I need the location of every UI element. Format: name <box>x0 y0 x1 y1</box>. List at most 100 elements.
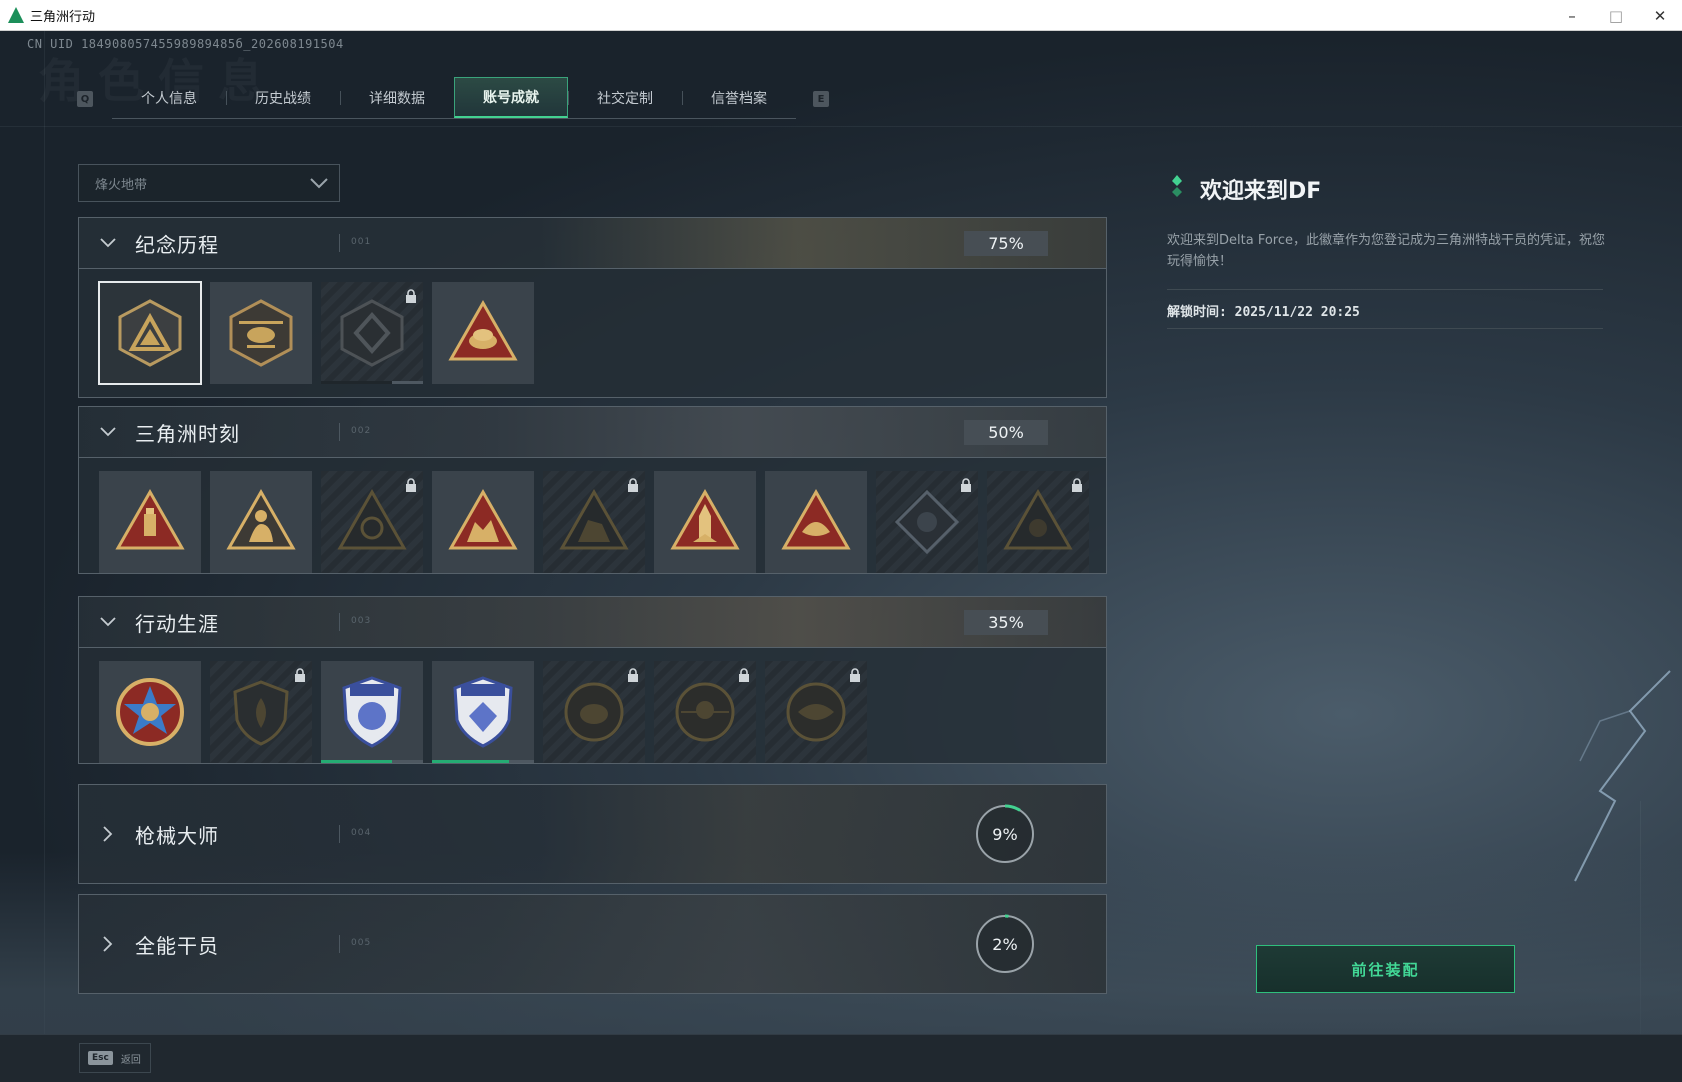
unlock-time: 解锁时间: 2025/11/22 20:25 <box>1167 305 1360 320</box>
divider <box>1167 328 1603 329</box>
mode-select[interactable]: 烽火地带 <box>78 164 340 202</box>
back-button[interactable]: Esc 返回 <box>79 1043 151 1073</box>
tab-profile[interactable]: 个人信息 <box>112 77 226 118</box>
badge-cavalry-triangle[interactable] <box>543 471 645 573</box>
blue-diamond-shield-badge-icon <box>453 676 513 748</box>
section-progress: 35% <box>964 610 1048 635</box>
lightning-icon <box>1574 670 1671 882</box>
maximize-icon[interactable]: □ <box>1594 0 1638 31</box>
back-label: 返回 <box>120 1054 141 1066</box>
delta-triangle-badge-icon <box>118 299 182 367</box>
badge-roses-triangle[interactable] <box>321 471 423 573</box>
lock-icon <box>627 477 639 496</box>
badge-list <box>79 458 1106 573</box>
badge-squad-triangle[interactable] <box>432 471 534 573</box>
shell-circle-badge-icon <box>564 682 624 742</box>
badge-rocket-triangle[interactable] <box>654 471 756 573</box>
mask-triangle-badge-icon <box>1003 488 1073 550</box>
soldier-triangle-badge-icon <box>226 488 296 550</box>
badge-mask-triangle[interactable] <box>987 471 1089 573</box>
section-code: 005 <box>351 938 372 948</box>
rocket-triangle-badge-icon <box>670 488 740 550</box>
section-code: 004 <box>351 828 372 838</box>
section-header[interactable]: 三角洲时刻 002 50% <box>79 407 1106 458</box>
badge-eye-circle[interactable] <box>765 661 867 763</box>
section-header[interactable]: 行动生涯 003 35% <box>79 597 1106 648</box>
badge-helicopter[interactable] <box>210 282 312 384</box>
lock-icon <box>627 667 639 686</box>
section-title: 行动生涯 <box>135 611 219 636</box>
badge-blue-shield[interactable] <box>321 661 423 763</box>
badge-list <box>79 269 1106 385</box>
detail-title-text: 欢迎来到DF <box>1200 179 1322 204</box>
divider <box>1167 289 1603 290</box>
eye-circle-badge-icon <box>786 682 846 742</box>
tab-reputation[interactable]: 信誉档案 <box>682 77 796 118</box>
mode-select-value: 烽火地带 <box>95 177 148 193</box>
section-code: 001 <box>351 237 372 247</box>
rose-diamond-badge-icon <box>894 489 960 555</box>
window-titlebar: 三角洲行动 – □ ✕ <box>0 0 1682 31</box>
app-logo-icon <box>8 7 24 23</box>
bottom-bar <box>0 1034 1682 1082</box>
badge-star-medal[interactable] <box>99 661 201 763</box>
badge-usb-triangle[interactable] <box>99 471 201 573</box>
section-memorial: 纪念历程 001 75% <box>78 217 1107 398</box>
section-progress: 50% <box>964 420 1048 445</box>
badge-blue-diamond-shield[interactable] <box>432 661 534 763</box>
badge-coins-triangle[interactable] <box>432 282 534 384</box>
badge-skull-circle[interactable] <box>654 661 756 763</box>
lock-icon <box>294 667 306 686</box>
detail-title: 欢迎来到DF <box>1172 173 1322 205</box>
section-all-round-operator: 全能干员 005 2% <box>78 894 1107 994</box>
lock-icon <box>1071 477 1083 496</box>
tab-history[interactable]: 历史战绩 <box>226 77 340 118</box>
section-progress: 9% <box>992 824 1018 844</box>
badge-shell-circle[interactable] <box>543 661 645 763</box>
section-delta-moments: 三角洲时刻 002 50% <box>78 406 1107 574</box>
section-title: 纪念历程 <box>135 232 219 257</box>
section-title: 枪械大师 <box>135 823 219 848</box>
section-code: 002 <box>351 426 372 436</box>
section-header[interactable]: 枪械大师 004 9% <box>79 785 1106 883</box>
chevron-down-icon <box>97 232 119 254</box>
section-progress: 75% <box>964 231 1048 256</box>
tab-social[interactable]: 社交定制 <box>568 77 682 118</box>
chevron-down-icon <box>310 178 328 189</box>
section-header[interactable]: 全能干员 005 2% <box>79 895 1106 993</box>
section-progress: 2% <box>992 934 1018 954</box>
chevron-right-icon <box>97 933 119 955</box>
go-equip-button[interactable]: 前往装配 <box>1256 945 1515 993</box>
lock-icon <box>405 477 417 496</box>
lock-icon <box>405 288 417 307</box>
badge-progress-bar <box>321 381 423 384</box>
tab-next-key-icon[interactable]: E <box>813 91 829 107</box>
chevron-down-icon <box>97 611 119 633</box>
lock-icon <box>738 667 750 686</box>
window-title: 三角洲行动 <box>30 9 96 25</box>
tab-prev-key-icon[interactable]: Q <box>77 91 93 107</box>
chevron-right-icon <box>97 823 119 845</box>
badge-fish-triangle[interactable] <box>765 471 867 573</box>
close-icon[interactable]: ✕ <box>1638 0 1682 31</box>
section-code: 003 <box>351 616 372 626</box>
badge-progress-bar <box>321 760 423 763</box>
section-operation-career: 行动生涯 003 35% <box>78 596 1107 764</box>
chevron-down-icon <box>97 421 119 443</box>
blue-shield-badge-icon <box>342 676 402 748</box>
section-header[interactable]: 纪念历程 001 75% <box>79 218 1106 269</box>
badge-soldier-triangle[interactable] <box>210 471 312 573</box>
badge-hex-emblem[interactable] <box>321 282 423 384</box>
badge-flame-shield[interactable] <box>210 661 312 763</box>
main-tabs: 个人信息 历史战绩 详细数据 账号成就 社交定制 信誉档案 <box>112 77 796 119</box>
badge-delta-triangle[interactable] <box>98 281 202 385</box>
minimize-icon[interactable]: – <box>1550 0 1594 31</box>
tab-achievements[interactable]: 账号成就 <box>454 77 568 118</box>
badge-list <box>79 648 1106 763</box>
user-uid: CN UID 18490805745598989485б_20260819150… <box>27 37 344 51</box>
lock-icon <box>849 667 861 686</box>
badge-rose-diamond[interactable] <box>876 471 978 573</box>
esc-key-icon: Esc <box>88 1051 113 1065</box>
tab-details[interactable]: 详细数据 <box>340 77 454 118</box>
section-title: 全能干员 <box>135 933 219 958</box>
